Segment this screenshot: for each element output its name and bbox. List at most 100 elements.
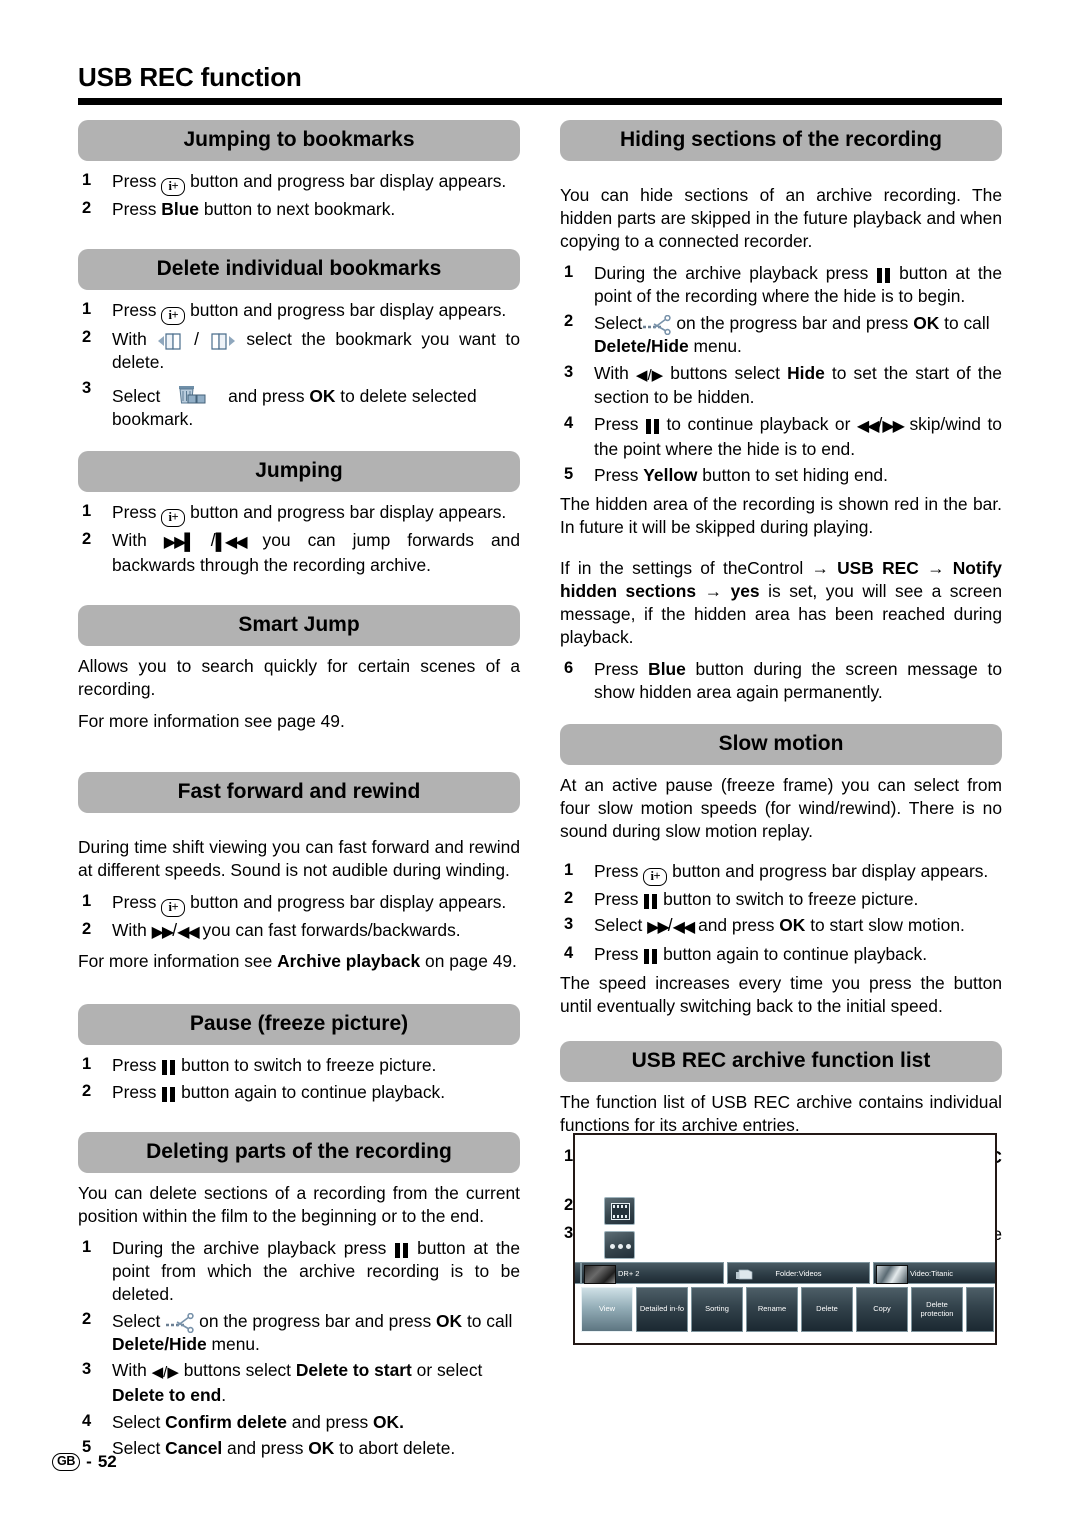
tv-function-copy[interactable]: Copy xyxy=(856,1287,908,1332)
skip-back-icon: ▌◀◀ xyxy=(215,533,248,551)
paragraph-hidden-area-red: The hidden area of the recording is show… xyxy=(560,494,1002,538)
step-item: 2 Select on the progress bar and press OK … xyxy=(560,311,1002,358)
step-number: 4 xyxy=(82,1411,92,1430)
breadcrumb-label: DR+ 2 xyxy=(618,1268,640,1278)
manual-page: USB REC function Jumping to bookmarks 1 P… xyxy=(0,0,1080,1532)
skip-forward-icon: ▶▶▌ xyxy=(163,533,196,551)
arrow-icon: → xyxy=(704,581,723,602)
footnote-prefix: For more information see xyxy=(78,951,278,972)
step-item: 2 With ▶▶/◀◀ you can fast forwards/backwa… xyxy=(78,919,520,944)
pause-icon xyxy=(876,267,891,283)
left-right-arrows-icon: ◀/▶ xyxy=(635,366,664,384)
tv-function-delete[interactable]: Delete xyxy=(801,1287,853,1332)
section-heading-jumping-to-bookmarks: Jumping to bookmarks xyxy=(78,120,520,162)
section-heading-hiding-sections-of-the-recording: Hiding sections of the recording xyxy=(560,120,1002,162)
paragraph-fast-forward: During time shift viewing you can fast f… xyxy=(78,837,520,881)
step-number: 2 xyxy=(82,529,92,548)
breadcrumb-item-folder[interactable]: Folder:Videos xyxy=(727,1262,870,1284)
step-number: 2 xyxy=(82,328,92,347)
steps-hiding-sections: 1 During the archive playback press butto… xyxy=(560,262,1002,487)
footnote-archive-playback: For more information see Archive playbac… xyxy=(78,950,520,973)
pause-icon xyxy=(643,948,658,964)
left-column: Jumping to bookmarks 1 Press i+ button an… xyxy=(78,120,520,1466)
step-number: 1 xyxy=(564,861,574,880)
step-item: 1 Press button to switch to freeze pictur… xyxy=(78,1054,520,1077)
film-view-icon[interactable] xyxy=(604,1197,635,1225)
tv-function-buttons: View Detailed in-fo Sorting Rename Delet… xyxy=(581,1287,994,1332)
video-thumbnail xyxy=(876,1265,908,1284)
step-item: 1 During the archive playback press butto… xyxy=(78,1237,520,1306)
breadcrumb-item-channel[interactable]: DR+ 2 xyxy=(581,1262,724,1284)
section-heading-usb-rec-archive-function-list: USB REC archive function list xyxy=(560,1040,1002,1082)
rewind-icon: ◀◀ xyxy=(177,924,200,942)
step-item: 1 Press i+ button and progress bar displa… xyxy=(78,299,520,326)
tv-function-detailed-info[interactable]: Detailed in-fo xyxy=(636,1287,688,1332)
pause-icon xyxy=(643,894,658,910)
step-item: 1 During the archive playback press butto… xyxy=(560,262,1002,308)
step-text: Press i+ button and progress bar display… xyxy=(112,300,506,326)
step-text: Select on the progress bar and press OK t… xyxy=(594,313,990,357)
breadcrumb-label: Video:Titanic xyxy=(910,1268,953,1278)
step-item: 3 Select and press OK to delete selected … xyxy=(78,378,520,431)
step-number: 1 xyxy=(82,171,92,190)
scissors-cut-icon xyxy=(642,315,676,336)
more-options-icon[interactable] xyxy=(604,1231,635,1259)
bookmark-prev-icon xyxy=(156,331,184,351)
scissors-cut-icon xyxy=(165,1313,199,1334)
step-number: 3 xyxy=(82,378,92,397)
info-button-icon: i+ xyxy=(161,178,186,197)
step-item: 1 Press i+ button and progress bar displa… xyxy=(78,501,520,527)
section-heading-fast-forward-and-rewind: Fast forward and rewind xyxy=(78,772,520,814)
step-text: Select Confirm delete and press OK. xyxy=(112,1411,404,1432)
tv-function-view[interactable]: View xyxy=(581,1287,633,1332)
step-number: 2 xyxy=(564,889,574,908)
step-text: Press button again to continue playback. xyxy=(112,1081,446,1102)
step-text: With ▶▶/◀◀ you can fast forwards/backwar… xyxy=(112,920,461,942)
step-number: 4 xyxy=(564,943,574,962)
steps-fast-forward: 1 Press i+ button and progress bar displa… xyxy=(78,891,520,944)
step-number: 1 xyxy=(82,300,92,319)
step-item: 4 Select Confirm delete and press OK. xyxy=(78,1411,520,1434)
locale-badge: GB xyxy=(52,1453,81,1471)
pause-icon xyxy=(645,418,660,434)
tv-function-sorting[interactable]: Sorting xyxy=(691,1287,743,1332)
title-divider xyxy=(78,98,1002,105)
tv-function-delete-protection[interactable]: Delete protection xyxy=(911,1287,963,1332)
page-title: USB REC function xyxy=(78,62,302,92)
step-text: Press i+ button and progress bar display… xyxy=(594,861,988,887)
paragraph-smart-jump-ref: For more information see page 49. xyxy=(78,711,345,732)
step-text: During the archive playback press button… xyxy=(112,1237,520,1305)
breadcrumb-item-video[interactable]: Video:Titanic xyxy=(873,1262,995,1284)
info-button-icon: i+ xyxy=(161,899,186,918)
step-number: 1 xyxy=(564,262,574,281)
pause-icon xyxy=(161,1060,176,1076)
bookmark-next-icon xyxy=(209,331,237,351)
three-dots-glyph xyxy=(610,1243,631,1249)
step-item: 6 Press Blue button during the screen mes… xyxy=(560,658,1002,704)
step-item: 5 Select Cancel and press OK to abort del… xyxy=(78,1437,520,1460)
fast-forward-icon: ▶▶ xyxy=(647,919,670,937)
paragraph-deleting-parts: You can delete sections of a recording f… xyxy=(78,1182,520,1226)
step-item: 1 Press i+ button and progress bar displa… xyxy=(560,860,1002,887)
step-number: 1 xyxy=(82,1237,92,1256)
step-item: 2 Press Blue button to next bookmark. xyxy=(78,198,520,221)
step-number: 1 xyxy=(564,1146,574,1165)
step-number: 3 xyxy=(564,915,574,934)
arrow-icon: → xyxy=(927,558,945,579)
channel-thumbnail xyxy=(584,1265,616,1284)
footnote-suffix: on page 49. xyxy=(420,951,517,972)
paragraph-notify-hidden-sections: If in the settings of theControl → USB R… xyxy=(560,557,1002,649)
notify-bold1: USB REC xyxy=(837,558,919,579)
tv-screenshot-figure: DR+ 2 Folder:Videos Video:Titanic View D… xyxy=(573,1133,997,1345)
step-text: With / select the bookmark you want to d… xyxy=(112,329,520,373)
folder-icon xyxy=(736,1269,756,1280)
breadcrumb-edge-item xyxy=(575,1262,581,1284)
tv-function-rename[interactable]: Rename xyxy=(746,1287,798,1332)
step-item: 2 Press button again to continue playback… xyxy=(78,1081,520,1104)
steps-pause: 1 Press button to switch to freeze pictur… xyxy=(78,1054,520,1103)
step-item: 2 Select on the progress bar and press OK… xyxy=(78,1309,520,1356)
step-number: 4 xyxy=(564,413,574,432)
section-heading-smart-jump: Smart Jump xyxy=(78,605,520,647)
tv-function-next-partial[interactable] xyxy=(966,1287,994,1332)
pause-icon xyxy=(161,1086,176,1102)
